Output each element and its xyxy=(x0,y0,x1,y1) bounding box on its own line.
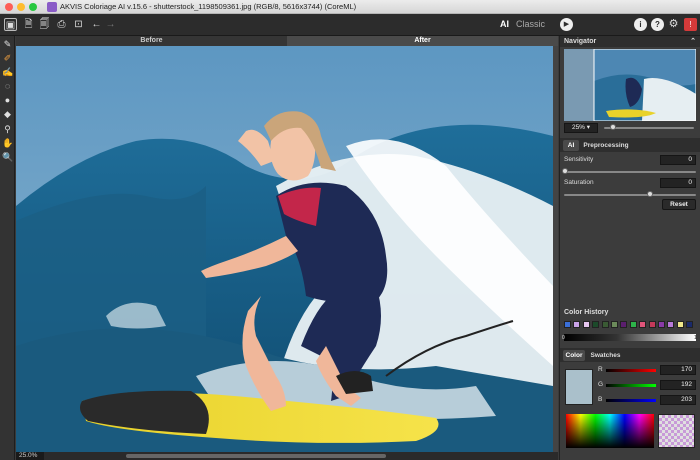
fill-tool-icon[interactable]: ● xyxy=(2,95,13,106)
history-swatch[interactable] xyxy=(582,321,590,328)
redo-icon[interactable]: → xyxy=(104,18,117,31)
color-history-title: Color History xyxy=(564,309,609,316)
history-scale-start: 0 xyxy=(562,335,565,341)
tab-preprocessing[interactable]: Preprocessing xyxy=(581,140,631,151)
blue-input[interactable]: 203 xyxy=(660,395,696,405)
history-swatch[interactable] xyxy=(639,321,647,328)
navigator-title: Navigator xyxy=(564,38,597,45)
horizontal-scroll-thumb[interactable] xyxy=(126,454,386,458)
current-color-swatch[interactable] xyxy=(565,369,593,405)
image-canvas[interactable] xyxy=(16,46,553,452)
minimize-window-button[interactable] xyxy=(17,3,25,11)
magic-brush-tool-icon[interactable]: ✍ xyxy=(2,67,13,78)
settings-gear-icon[interactable]: ⚙ xyxy=(667,18,680,31)
collapse-icon[interactable]: ⌃ xyxy=(690,36,696,47)
zoom-tool-icon[interactable]: 🔍 xyxy=(2,152,13,163)
color-spectrum-picker[interactable] xyxy=(566,414,654,448)
close-window-button[interactable] xyxy=(5,3,13,11)
history-swatch[interactable] xyxy=(620,321,628,328)
save-as-icon[interactable]: 🗐 xyxy=(38,18,51,31)
sensitivity-knob[interactable] xyxy=(562,168,568,174)
tab-ai[interactable]: AI xyxy=(563,140,579,151)
sensitivity-slider[interactable] xyxy=(564,171,696,173)
navigator-header: Navigator ⌃ xyxy=(560,36,700,47)
run-icon[interactable]: ▶ xyxy=(560,18,573,31)
lasso-tool-icon[interactable]: ◌ xyxy=(2,81,13,92)
vertical-scrollbar[interactable] xyxy=(553,46,558,452)
color-history-gradient[interactable] xyxy=(564,334,696,341)
color-brush-tool-icon[interactable]: ✐ xyxy=(2,53,13,64)
print-icon[interactable]: ⎙ xyxy=(55,18,68,31)
green-slider[interactable] xyxy=(606,384,656,387)
undo-icon[interactable]: ← xyxy=(90,18,103,31)
history-swatch[interactable] xyxy=(648,321,656,328)
navigator-zoom-value: 25% xyxy=(571,124,585,131)
right-panel: Navigator ⌃ 25% ▾ AI Preprocessing Sensi… xyxy=(559,36,700,460)
navigator-zoom-select[interactable]: 25% ▾ xyxy=(564,123,598,133)
app-icon xyxy=(47,2,57,12)
history-swatch[interactable] xyxy=(667,321,675,328)
notifications-icon[interactable]: ! xyxy=(684,18,697,31)
history-swatch[interactable] xyxy=(676,321,684,328)
navigator-thumbnail xyxy=(564,49,696,121)
eyedropper-tool-icon[interactable]: ⚲ xyxy=(2,124,13,135)
save-icon[interactable]: 🗎 xyxy=(22,18,35,31)
view-tabs: Before After xyxy=(16,36,558,46)
history-swatch[interactable] xyxy=(658,321,665,328)
open-image-icon[interactable]: ▣ xyxy=(4,18,17,31)
blue-label: B xyxy=(598,396,603,403)
help-icon[interactable]: ? xyxy=(651,18,664,31)
saturation-input[interactable]: 0 xyxy=(660,178,696,188)
main-toolbar: ▣ 🗎 🗐 ⎙ ⊡ ← → AI Classic ▶ i ? ⚙ ! xyxy=(0,14,700,36)
reset-button[interactable]: Reset xyxy=(662,199,696,210)
history-scale-end: 1 xyxy=(694,335,697,341)
mode-ai-button[interactable]: AI xyxy=(500,19,509,29)
hand-tool-icon[interactable]: ✋ xyxy=(2,138,13,149)
history-swatch[interactable] xyxy=(629,321,637,328)
saturation-label: Saturation xyxy=(564,179,594,186)
history-swatch[interactable] xyxy=(564,321,571,328)
title-bar: AKVIS Coloriage AI v.15.6 - shutterstock… xyxy=(0,0,700,14)
saturation-knob[interactable] xyxy=(646,191,653,197)
history-swatch[interactable] xyxy=(573,321,581,328)
tab-before[interactable]: Before xyxy=(16,36,287,46)
navigator-zoom-slider[interactable] xyxy=(604,127,694,129)
history-swatch[interactable] xyxy=(611,321,618,328)
share-icon[interactable]: ⊡ xyxy=(72,18,85,31)
history-swatch[interactable] xyxy=(601,321,609,328)
sensitivity-input[interactable]: 0 xyxy=(660,155,696,165)
navigator-preview[interactable] xyxy=(564,49,696,121)
red-slider[interactable] xyxy=(606,369,656,372)
red-input[interactable]: 170 xyxy=(660,365,696,375)
zoom-status: 25.0% xyxy=(16,452,44,460)
swatch-grid[interactable] xyxy=(658,414,695,448)
info-icon[interactable]: i xyxy=(634,18,647,31)
blue-slider[interactable] xyxy=(606,399,656,402)
green-input[interactable]: 192 xyxy=(660,380,696,390)
history-swatch[interactable] xyxy=(686,321,694,328)
window-title: AKVIS Coloriage AI v.15.6 - shutterstock… xyxy=(60,2,357,11)
mode-classic-button[interactable]: Classic xyxy=(516,19,545,29)
sensitivity-label: Sensitivity xyxy=(564,156,594,163)
tab-color[interactable]: Color xyxy=(563,350,585,361)
history-swatch[interactable] xyxy=(592,321,600,328)
tools-panel: ✎ ✐ ✍ ◌ ● ◆ ⚲ ✋ 🔍 xyxy=(0,36,15,460)
green-label: G xyxy=(598,381,604,388)
color-history-header: Color History xyxy=(560,308,700,318)
navigator-zoom-knob[interactable] xyxy=(610,124,616,130)
tab-swatches[interactable]: Swatches xyxy=(588,350,623,361)
horizontal-scrollbar[interactable] xyxy=(16,452,558,460)
surfer-photo xyxy=(16,46,553,452)
tab-after[interactable]: After xyxy=(287,36,558,46)
zoom-window-button[interactable] xyxy=(29,3,37,11)
pencil-tool-icon[interactable]: ✎ xyxy=(2,39,13,50)
saturation-slider[interactable] xyxy=(564,194,696,196)
red-label: R xyxy=(598,366,603,373)
eraser-tool-icon[interactable]: ◆ xyxy=(2,109,13,120)
